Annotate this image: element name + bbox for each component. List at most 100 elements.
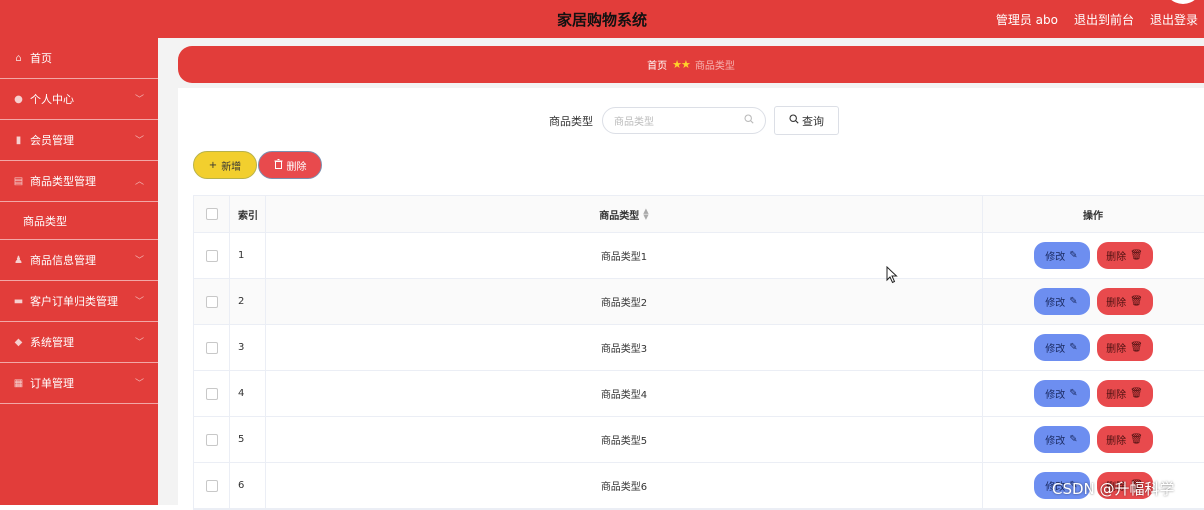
back-to-frontend-link[interactable]: 退出到前台	[1074, 11, 1134, 28]
trash-icon: 🗑	[1130, 434, 1143, 445]
top-right-links: 管理员 abo 退出到前台 退出登录	[996, 11, 1198, 28]
row-index: 5	[230, 417, 266, 462]
row-type: 商品类型2	[266, 279, 983, 324]
avatar[interactable]	[1164, 0, 1202, 4]
edit-icon: ✎	[1069, 388, 1078, 399]
row-checkbox[interactable]	[205, 341, 218, 354]
sidebar-item-order-category[interactable]: ▬ 客户订单归类管理 ﹀	[0, 281, 158, 322]
table-row: 5 商品类型5 修改 ✎ 删除 🗑	[194, 417, 1204, 463]
delete-button[interactable]: 删除 🗑	[1096, 242, 1153, 269]
sidebar-item-label: 商品信息管理	[30, 254, 96, 267]
sidebar-item-profile[interactable]: ● 个人中心 ﹀	[0, 79, 158, 120]
trash-icon: 🗑	[1130, 342, 1143, 353]
user-icon: ●	[14, 93, 23, 105]
header-type[interactable]: 商品类型 ▲ ▼	[266, 196, 983, 232]
row-index: 4	[230, 371, 266, 416]
row-index: 6	[230, 463, 266, 508]
row-checkbox[interactable]	[205, 479, 218, 492]
delete-button[interactable]: 删除 🗑	[1096, 380, 1153, 407]
edit-button[interactable]: 修改 ✎	[1033, 288, 1090, 315]
row-checkbox[interactable]	[205, 295, 218, 308]
delete-label: 删除	[1106, 390, 1127, 401]
sidebar-item-product-type-mgmt[interactable]: ▤ 商品类型管理 ︿	[0, 161, 158, 202]
sidebar-item-label: 个人中心	[30, 93, 74, 106]
location-icon: ◆	[14, 336, 23, 348]
table-row: 1 商品类型1 修改 ✎ 删除 🗑	[194, 233, 1204, 279]
bulk-delete-button[interactable]: 删除	[258, 151, 322, 179]
product-type-table: 索引 商品类型 ▲ ▼ 操作 1 商品类型1 修改 ✎ 删除 🗑 2 商品类型2 修改…	[193, 195, 1204, 510]
header-operation: 操作	[1083, 210, 1103, 222]
edit-icon: ✎	[1069, 434, 1078, 445]
table-row: 4 商品类型4 修改 ✎ 删除 🗑	[194, 371, 1204, 417]
chat-icon: ▬	[13, 295, 24, 307]
edit-button[interactable]: 修改 ✎	[1033, 426, 1090, 453]
row-type: 商品类型1	[266, 233, 983, 278]
row-type: 商品类型6	[266, 463, 983, 508]
sidebar-item-members[interactable]: ▮ 会员管理 ﹀	[0, 120, 158, 161]
sort-icon[interactable]: ▲ ▼	[643, 208, 648, 221]
select-all-checkbox[interactable]	[205, 208, 218, 220]
search-button[interactable]: 查询	[774, 106, 839, 135]
search-input[interactable]: 商品类型	[602, 107, 766, 134]
edit-button[interactable]: 修改 ✎	[1033, 334, 1090, 361]
table-row: 2 商品类型2 修改 ✎ 删除 🗑	[194, 279, 1204, 325]
chevron-down-icon: ﹀	[134, 136, 144, 146]
search-label: 商品类型	[549, 114, 593, 128]
bulk-delete-label: 删除	[286, 161, 307, 173]
header-index: 索引	[230, 196, 266, 232]
sidebar-item-home[interactable]: ⌂ 首页	[0, 38, 158, 79]
breadcrumb-home[interactable]: 首页	[647, 57, 667, 72]
add-button-label: 新增	[221, 161, 242, 173]
sidebar-item-label: 会员管理	[30, 134, 74, 147]
delete-label: 删除	[1106, 436, 1127, 447]
search-row: 商品类型 商品类型 查询	[549, 106, 839, 135]
admin-label: 管理员 abo	[995, 13, 1058, 27]
delete-button[interactable]: 删除 🗑	[1096, 288, 1153, 315]
breadcrumb: 首页 ★★ 商品类型	[178, 46, 1204, 83]
chevron-down-icon: ﹀	[134, 95, 144, 105]
top-bar: 家居购物系统 管理员 abo 退出到前台 退出登录	[0, 0, 1204, 38]
add-button[interactable]: + 新增	[193, 151, 257, 179]
row-checkbox[interactable]	[205, 433, 218, 446]
sidebar-item-system[interactable]: ◆ 系统管理 ﹀	[0, 322, 158, 363]
sidebar-item-label: 系统管理	[30, 336, 74, 349]
delete-button[interactable]: 删除 🗑	[1096, 334, 1153, 361]
delete-button[interactable]: 删除 🗑	[1096, 426, 1153, 453]
row-type: 商品类型3	[266, 325, 983, 370]
row-checkbox[interactable]	[205, 387, 218, 400]
table-row: 3 商品类型3 修改 ✎ 删除 🗑	[194, 325, 1204, 371]
row-index: 3	[230, 325, 266, 370]
home-icon: ⌂	[15, 52, 22, 64]
row-index: 2	[230, 279, 266, 324]
row-type: 商品类型4	[266, 371, 983, 416]
sidebar-item-product-info-mgmt[interactable]: ♟ 商品信息管理 ﹀	[0, 240, 158, 281]
delete-label: 删除	[1106, 252, 1127, 263]
row-index: 1	[230, 233, 266, 278]
search-placeholder: 商品类型	[614, 117, 654, 128]
chevron-down-icon: ﹀	[134, 256, 144, 266]
chevron-down-icon: ﹀	[134, 338, 144, 348]
trash-icon: 🗑	[1130, 250, 1143, 261]
table-header: 索引 商品类型 ▲ ▼ 操作	[194, 196, 1204, 233]
edit-label: 修改	[1045, 390, 1066, 401]
header-type-label: 商品类型	[599, 210, 640, 222]
person-icon: ♟	[14, 254, 23, 266]
row-checkbox[interactable]	[205, 249, 218, 262]
sidebar-item-label: 订单管理	[30, 377, 74, 390]
sidebar-subitem-product-type[interactable]: 商品类型	[0, 202, 158, 240]
sidebar-subitem-label: 商品类型	[23, 214, 67, 228]
sidebar: ⌂ 首页 ● 个人中心 ﹀ ▮ 会员管理 ﹀ ▤ 商品类型管理 ︿ 商品类型 ♟…	[0, 38, 158, 505]
edit-icon: ✎	[1069, 250, 1078, 261]
edit-button[interactable]: 修改 ✎	[1033, 380, 1090, 407]
delete-label: 删除	[1106, 344, 1127, 355]
sidebar-item-orders[interactable]: ▦ 订单管理 ﹀	[0, 363, 158, 404]
trash-icon: 🗑	[1130, 388, 1143, 399]
watermark: CSDN @升幅科学	[1052, 480, 1175, 498]
search-icon	[744, 114, 754, 127]
edit-button[interactable]: 修改 ✎	[1033, 242, 1090, 269]
logout-link[interactable]: 退出登录	[1150, 11, 1198, 28]
chevron-up-icon: ︿	[134, 177, 144, 187]
grid-icon: ▦	[13, 377, 24, 389]
sidebar-item-label: 商品类型管理	[30, 175, 96, 188]
sidebar-item-label: 首页	[30, 52, 52, 65]
